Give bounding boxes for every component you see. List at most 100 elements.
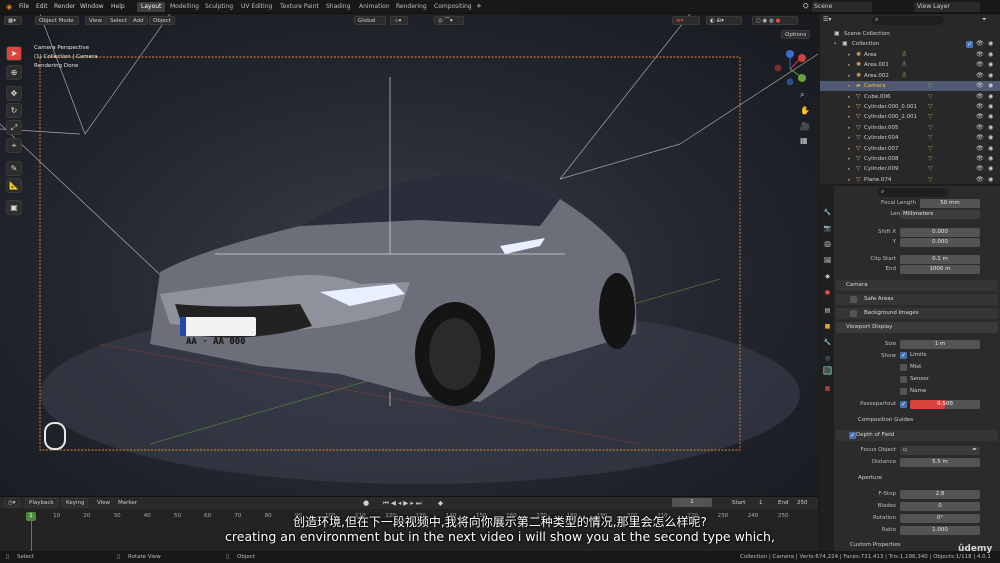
snap-button[interactable]: ⊹▾	[390, 16, 408, 25]
expand-arrow-icon[interactable]: ▸	[848, 175, 851, 185]
clip-end-field[interactable]: 1000 m	[900, 265, 980, 274]
scene-field[interactable]: Scene	[812, 2, 872, 12]
outliner-item[interactable]: ▸ ✺ Area ♁ 👁 ◉	[820, 50, 1000, 60]
playback-menu[interactable]: Playback	[25, 498, 58, 507]
clip-start-field[interactable]: 0.1 m	[900, 255, 980, 264]
section-composition-guides[interactable]: Composition Guides	[858, 417, 913, 423]
render-visibility-icon[interactable]: ◉	[988, 50, 993, 60]
collection-checkbox[interactable]: ✓	[966, 40, 973, 48]
tab-layout[interactable]: Layout	[137, 2, 166, 12]
object-tab-icon[interactable]: ■	[823, 322, 832, 331]
render-tab-icon[interactable]: 📷	[823, 224, 832, 233]
visibility-icon[interactable]: 👁	[976, 102, 984, 112]
keying-menu[interactable]: Keying	[62, 498, 89, 507]
editor-type-button[interactable]: ▦▾	[4, 16, 22, 25]
fstop-field[interactable]: 2.8	[900, 490, 980, 499]
visibility-icon[interactable]: 👁	[976, 123, 984, 133]
collection-tab-icon[interactable]: ▤	[823, 306, 832, 315]
tab-texture-paint[interactable]: Texture Paint	[276, 2, 323, 12]
render-visibility-icon[interactable]: ◉	[988, 102, 993, 112]
outliner-item[interactable]: ▸ ▽ Plane.074 ▽ 👁 ◉	[820, 175, 1000, 185]
physics-tab-icon[interactable]: ◎	[823, 354, 832, 363]
render-visibility-icon[interactable]: ◉	[988, 71, 993, 81]
cursor-tool-icon[interactable]: ⊕	[6, 65, 22, 80]
outliner-item[interactable]: ▸ ✺ Area.001 ♁ 👁 ◉	[820, 60, 1000, 70]
marker-menu[interactable]: Marker	[118, 500, 137, 506]
modifier-tab-icon[interactable]: 🔧	[823, 338, 832, 347]
tab-modelling[interactable]: Modelling	[166, 2, 203, 12]
outliner-item[interactable]: ▸ ▽ Cylinder.004 ▽ 👁 ◉	[820, 133, 1000, 143]
scale-tool-icon[interactable]: ⤢	[6, 120, 22, 135]
section-camera[interactable]: Camera	[836, 280, 998, 291]
visibility-icon[interactable]: 👁	[976, 71, 984, 81]
expand-arrow-icon[interactable]: ▸	[848, 164, 851, 174]
expand-arrow-icon[interactable]: ▸	[848, 123, 851, 133]
options-dropdown[interactable]: Options	[781, 30, 811, 39]
blades-field[interactable]: 0	[900, 502, 980, 511]
eyedropper-icon[interactable]: ✒	[972, 446, 980, 455]
filter-icon[interactable]: ⏷	[982, 16, 987, 24]
section-background-images[interactable]: Background Images	[836, 308, 998, 319]
tab-rendering[interactable]: Rendering	[392, 2, 431, 12]
render-visibility-icon[interactable]: ◉	[988, 92, 993, 102]
outliner-item[interactable]: ▸ ▽ Cylinder.009 ▽ 👁 ◉	[820, 164, 1000, 174]
render-visibility-icon[interactable]: ◉	[988, 60, 993, 70]
outliner-collection[interactable]: ▾ ▣ Collection ✓ 👁 ◉	[820, 39, 1000, 49]
background-images-checkbox[interactable]	[850, 310, 857, 317]
record-button-icon[interactable]: ●	[363, 499, 369, 507]
outliner-item[interactable]: ▸ ▽ Cylinder.005 ▽ 👁 ◉	[820, 123, 1000, 133]
measure-tool-icon[interactable]: 📐	[6, 178, 22, 193]
expand-arrow-icon[interactable]: ▸	[848, 102, 851, 112]
move-tool-icon[interactable]: ✥	[6, 86, 22, 101]
tab-animation[interactable]: Animation	[355, 2, 394, 12]
outliner-item[interactable]: ▸ ▽ Cylinder.007 ▽ 👁 ◉	[820, 144, 1000, 154]
object-menu[interactable]: Object	[149, 16, 175, 25]
visibility-icon[interactable]: 👁	[976, 112, 984, 122]
expand-arrow-icon[interactable]: ▸	[848, 81, 851, 91]
render-visibility-icon[interactable]: ◉	[988, 175, 993, 185]
properties-search[interactable]: ⌕	[878, 188, 948, 197]
collection-visibility-icon[interactable]: 👁	[976, 39, 984, 49]
gizmo-toggle[interactable]: ⊕▾	[672, 16, 700, 25]
size-field[interactable]: 1 m	[900, 340, 980, 349]
shift-y-field[interactable]: 0.000	[900, 238, 980, 247]
outliner-item[interactable]: ▸ ✺ Area.002 ♁ 👁 ◉	[820, 71, 1000, 81]
render-visibility-icon[interactable]: ◉	[988, 133, 993, 143]
menu-file[interactable]: File	[19, 3, 29, 10]
render-visibility-icon[interactable]: ◉	[988, 81, 993, 91]
expand-arrow-icon[interactable]: ▸	[848, 50, 851, 60]
view-layer-tab-icon[interactable]: 🖼	[823, 256, 832, 265]
menu-render[interactable]: Render	[54, 3, 75, 10]
expand-arrow-icon[interactable]: ▸	[848, 60, 851, 70]
visibility-icon[interactable]: 👁	[976, 154, 984, 164]
passepartout-slider[interactable]: 0.500	[910, 400, 980, 409]
overlays-toggle[interactable]: ◐ ⊞▾	[706, 16, 742, 25]
proportional-edit-button[interactable]: ◎ ⌒▾	[434, 16, 464, 25]
start-field[interactable]: 1	[759, 500, 763, 506]
section-viewport-display[interactable]: Viewport Display	[836, 322, 998, 333]
visibility-icon[interactable]: 👁	[976, 133, 984, 143]
visibility-icon[interactable]: 👁	[976, 144, 984, 154]
world-tab-icon[interactable]: ●	[823, 288, 832, 297]
view-layer-field[interactable]: View Layer	[914, 2, 980, 12]
section-safe-areas[interactable]: Safe Areas	[836, 294, 998, 305]
outliner-item[interactable]: ▸ ▽ Cylinder.000_2.001 ▽ 👁 ◉	[820, 112, 1000, 122]
outliner-item[interactable]: ▸ ▰ Camera ▽ 👁 ◉	[820, 81, 1000, 92]
view-menu[interactable]: View	[85, 16, 107, 25]
show-limits-checkbox[interactable]: ✓	[900, 352, 907, 359]
add-workspace-icon[interactable]: +	[476, 2, 482, 10]
outliner-search[interactable]: ⌕	[872, 16, 944, 25]
outliner-scene-collection[interactable]: ▣ Scene Collection	[820, 29, 1000, 39]
menu-help[interactable]: Help	[111, 3, 125, 10]
show-mist-checkbox[interactable]	[900, 364, 907, 371]
focal-length-field[interactable]: 50 mm	[920, 199, 980, 208]
render-visibility-icon[interactable]: ◉	[988, 123, 993, 133]
visibility-icon[interactable]: 👁	[976, 81, 984, 91]
rotate-tool-icon[interactable]: ↻	[6, 103, 22, 118]
safe-areas-checkbox[interactable]	[850, 296, 857, 303]
scene-tab-icon[interactable]: ◆	[823, 272, 832, 281]
camera-data-tab-icon[interactable]: 🎥	[823, 366, 832, 375]
object-mode-dropdown[interactable]: Object Mode	[35, 16, 79, 25]
render-visibility-icon[interactable]: ◉	[988, 154, 993, 164]
current-frame-field[interactable]: 1	[672, 498, 712, 507]
